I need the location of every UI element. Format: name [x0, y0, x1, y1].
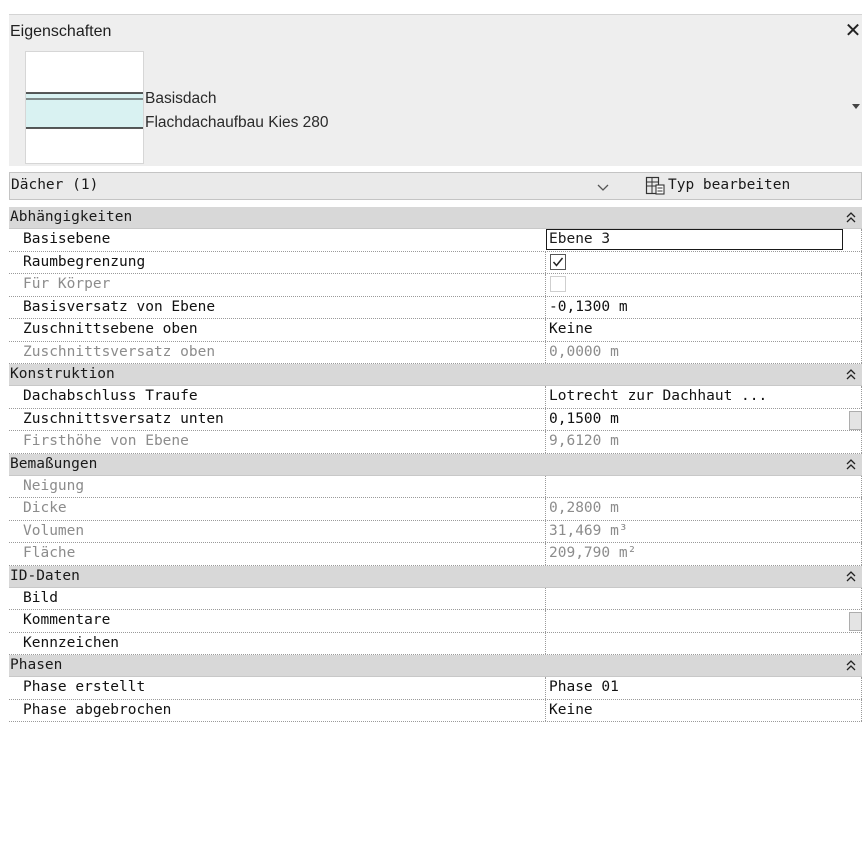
property-value[interactable]: 0,1500 m: [549, 411, 619, 427]
property-row[interactable]: Zuschnittsversatz unten 0,1500 m: [9, 408, 862, 431]
property-row[interactable]: Bild: [9, 587, 862, 610]
property-value: 209,790 m²: [549, 545, 637, 561]
collapse-icon[interactable]: [846, 660, 856, 672]
property-row: Dicke 0,2800 m: [9, 498, 862, 521]
property-row[interactable]: Zuschnittsebene oben Keine: [9, 319, 862, 342]
property-row: Firsthöhe von Ebene 9,6120 m: [9, 431, 862, 454]
property-row: Zuschnittsversatz oben 0,0000 m: [9, 341, 862, 364]
property-name: Firsthöhe von Ebene: [23, 433, 189, 449]
property-value: Ebene 3: [549, 231, 611, 247]
collapse-icon[interactable]: [846, 570, 856, 583]
property-row[interactable]: Basisversatz von Ebene -0,1300 m: [9, 296, 862, 319]
type-name-value: Flachdachaufbau Kies 280: [145, 114, 329, 131]
properties-palette: Eigenschaften ✕ Basisdach Flachdachaufba…: [0, 0, 862, 842]
group-header-dimensions[interactable]: Bemaßungen: [9, 453, 862, 476]
property-name: Dachabschluss Traufe: [23, 388, 198, 404]
property-value: 31,469 m³: [549, 522, 628, 539]
chevron-down-icon[interactable]: [596, 180, 610, 194]
property-row: Volumen 31,469 m³: [9, 520, 862, 543]
group-header-identity-data[interactable]: ID-Daten: [9, 565, 862, 588]
edit-type-label: Typ bearbeiten: [668, 177, 791, 193]
property-row[interactable]: Basisebene Ebene 3: [9, 229, 862, 252]
group-label: ID-Daten: [10, 567, 80, 584]
title-bar: Eigenschaften ✕: [9, 14, 862, 49]
property-grid: Abhängigkeiten Basisebene Ebene 3 Raumbe…: [9, 207, 862, 722]
property-name: Neigung: [23, 477, 85, 494]
property-name: Basisversatz von Ebene: [23, 298, 216, 315]
property-row[interactable]: Kennzeichen: [9, 632, 862, 655]
category-filter[interactable]: Dächer (1) Typ bearbeiten: [9, 172, 862, 200]
property-value: 9,6120 m: [549, 433, 619, 449]
flat-roof-preview-icon: [25, 51, 144, 164]
property-name: Volumen: [23, 522, 85, 539]
property-name: Zuschnittsversatz unten: [23, 410, 224, 427]
property-name: Raumbegrenzung: [23, 253, 146, 270]
property-row[interactable]: Raumbegrenzung: [9, 251, 862, 274]
property-name: Dicke: [23, 500, 67, 516]
base-level-field[interactable]: Ebene 3: [546, 229, 843, 250]
mass-checkbox: [550, 276, 566, 292]
property-value[interactable]: Keine: [549, 702, 593, 718]
property-name: Basisebene: [23, 231, 111, 247]
property-value[interactable]: Phase 01: [549, 679, 619, 695]
collapse-icon[interactable]: [846, 369, 856, 381]
group-label: Bemaßungen: [10, 455, 98, 472]
panel-title: Eigenschaften: [10, 23, 112, 40]
category-label: Dächer (1): [11, 177, 99, 193]
property-row[interactable]: Phase erstellt Phase 01: [9, 677, 862, 700]
property-name: Bild: [23, 589, 58, 606]
checkmark-icon: [552, 257, 564, 267]
side-button[interactable]: [849, 410, 862, 430]
room-bounding-checkbox[interactable]: [550, 253, 566, 270]
property-name: Zuschnittsversatz oben: [23, 343, 216, 360]
close-icon[interactable]: ✕: [844, 19, 862, 43]
property-row: Für Körper: [9, 274, 862, 297]
group-label: Konstruktion: [10, 366, 115, 382]
property-value[interactable]: -0,1300 m: [549, 299, 628, 315]
collapse-icon[interactable]: [846, 458, 856, 471]
group-header-construction[interactable]: Konstruktion: [9, 364, 862, 386]
group-label: Phasen: [10, 657, 63, 673]
property-row[interactable]: Dachabschluss Traufe Lotrecht zur Dachha…: [9, 386, 862, 409]
group-header-constraints[interactable]: Abhängigkeiten: [9, 207, 862, 229]
property-name: Kommentare: [23, 612, 111, 628]
property-value: 0,2800 m: [549, 500, 619, 516]
property-row: Fläche 209,790 m²: [9, 543, 862, 566]
property-name: Kennzeichen: [23, 634, 120, 651]
edit-type-icon: [645, 176, 665, 195]
property-row[interactable]: Phase abgebrochen Keine: [9, 699, 862, 722]
property-name: Phase erstellt: [23, 679, 146, 695]
property-row[interactable]: Kommentare: [9, 610, 862, 633]
property-value[interactable]: Keine: [549, 321, 593, 337]
dropdown-arrow-icon[interactable]: [850, 98, 862, 114]
type-name: Basisdach Flachdachaufbau Kies 280: [145, 87, 329, 135]
group-label: Abhängigkeiten: [10, 209, 133, 225]
side-button[interactable]: [849, 612, 862, 631]
family-name: Basisdach: [145, 90, 217, 107]
property-row: Neigung: [9, 475, 862, 498]
type-selector[interactable]: Basisdach Flachdachaufbau Kies 280: [9, 48, 862, 166]
property-value[interactable]: Lotrecht zur Dachhaut ...: [549, 388, 767, 404]
collapse-icon[interactable]: [846, 212, 856, 224]
property-name: Fläche: [23, 545, 76, 561]
property-name: Phase abgebrochen: [23, 701, 172, 718]
group-header-phasing[interactable]: Phasen: [9, 655, 862, 677]
property-name: Für Körper: [23, 276, 111, 292]
property-value: 0,0000 m: [549, 343, 619, 360]
edit-type-button[interactable]: Typ bearbeiten: [643, 174, 861, 198]
property-name: Zuschnittsebene oben: [23, 321, 198, 337]
